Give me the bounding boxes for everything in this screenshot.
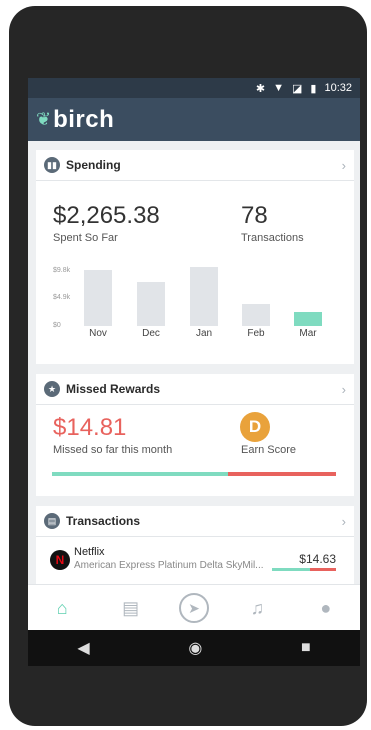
recents-icon[interactable]: ■ [301,639,311,657]
back-icon[interactable]: ◀ [77,638,89,658]
transactions-label: Transactions [241,232,304,244]
chevron-right-icon[interactable]: › [342,514,346,529]
netflix-logo-icon: N [50,550,70,570]
rewards-progress-track [52,472,336,476]
app-screen: ✱ ▼ ◪ ▮ 10:32 ❦ birch ▮▮ Spending › $2,2… [28,78,360,630]
battery-icon: ▮ [310,82,317,95]
y-tick-label: $9.8k [53,267,71,274]
system-nav-bar: ◀ ◉ ■ [28,630,360,666]
spending-card-header[interactable]: ▮▮ Spending › [36,150,354,181]
missed-amount: $14.81 [53,414,127,441]
transactions-title: Transactions [66,514,141,528]
missed-rewards-header[interactable]: ★ Missed Rewards › [36,374,354,405]
spent-label: Spent So Far [53,232,118,244]
x-tick-label: Feb [247,328,265,339]
spending-bar-mar[interactable] [294,312,322,326]
missed-label: Missed so far this month [53,444,173,456]
wifi-icon: ▼ [273,82,284,94]
app-header: ❦ birch [28,98,360,141]
chevron-right-icon[interactable]: › [342,382,346,397]
x-tick-label: Dec [142,328,160,339]
home-icon[interactable]: ⌂ [42,598,82,619]
transactions-card[interactable]: ▤ Transactions › N Netflix American Expr… [36,506,354,586]
y-tick-label: $4.9k [53,294,71,301]
missed-rewards-title: Missed Rewards [66,382,161,396]
transaction-card: American Express Platinum Delta SkyMil..… [74,560,264,571]
chevron-right-icon[interactable]: › [342,158,346,173]
missed-rewards-card[interactable]: ★ Missed Rewards › $14.81 Missed so far … [36,374,354,496]
transactions-header[interactable]: ▤ Transactions › [36,506,354,537]
navigation-icon[interactable]: ➤ [178,593,209,623]
profile-icon[interactable]: ● [306,598,346,619]
x-tick-label: Jan [195,328,213,339]
spending-card[interactable]: ▮▮ Spending › $2,265.38 Spent So Far 78 … [36,150,354,364]
birch-leaf-icon: ❦ [36,109,52,129]
transactions-count: 78 [241,202,268,229]
earn-score-label: Earn Score [241,444,297,456]
app-logo: birch [53,105,115,133]
spending-title: Spending [66,158,121,172]
y-tick-label: $0 [53,322,61,329]
spending-bar-feb[interactable] [242,303,270,326]
bottom-nav: ⌂ ▤ ➤ ♫ ● [28,584,360,630]
transaction-reward-fill [272,568,311,571]
transaction-amount: $14.63 [299,552,336,566]
signal-icon: ◪ [292,82,303,95]
rewards-progress-fill [52,472,229,476]
home-circle-icon[interactable]: ◉ [188,638,202,658]
transaction-merchant: Netflix [74,546,105,558]
bar-chart-icon: ▮▮ [44,157,60,173]
status-bar: ✱ ▼ ◪ ▮ 10:32 [28,78,360,98]
bell-icon[interactable]: ♫ [237,598,277,619]
spending-bar-jan[interactable] [190,267,218,326]
transaction-reward-bar [272,568,336,571]
spending-bar-nov[interactable] [84,269,112,326]
bluetooth-icon: ✱ [255,82,266,95]
spent-amount: $2,265.38 [53,202,160,229]
x-tick-label: Nov [89,328,107,339]
transaction-row[interactable]: N Netflix American Express Platinum Delt… [36,542,354,578]
x-tick-label: Mar [299,328,317,339]
star-icon: ★ [44,381,60,397]
earn-score-badge: D [240,412,270,442]
wallet-icon[interactable]: ▤ [111,598,151,619]
spending-bar-chart: $9.8k $4.9k $0 Nov Dec Jan Feb Mar [36,262,354,352]
spending-bar-dec[interactable] [137,281,165,326]
status-time: 10:32 [324,82,352,94]
list-icon: ▤ [44,513,60,529]
